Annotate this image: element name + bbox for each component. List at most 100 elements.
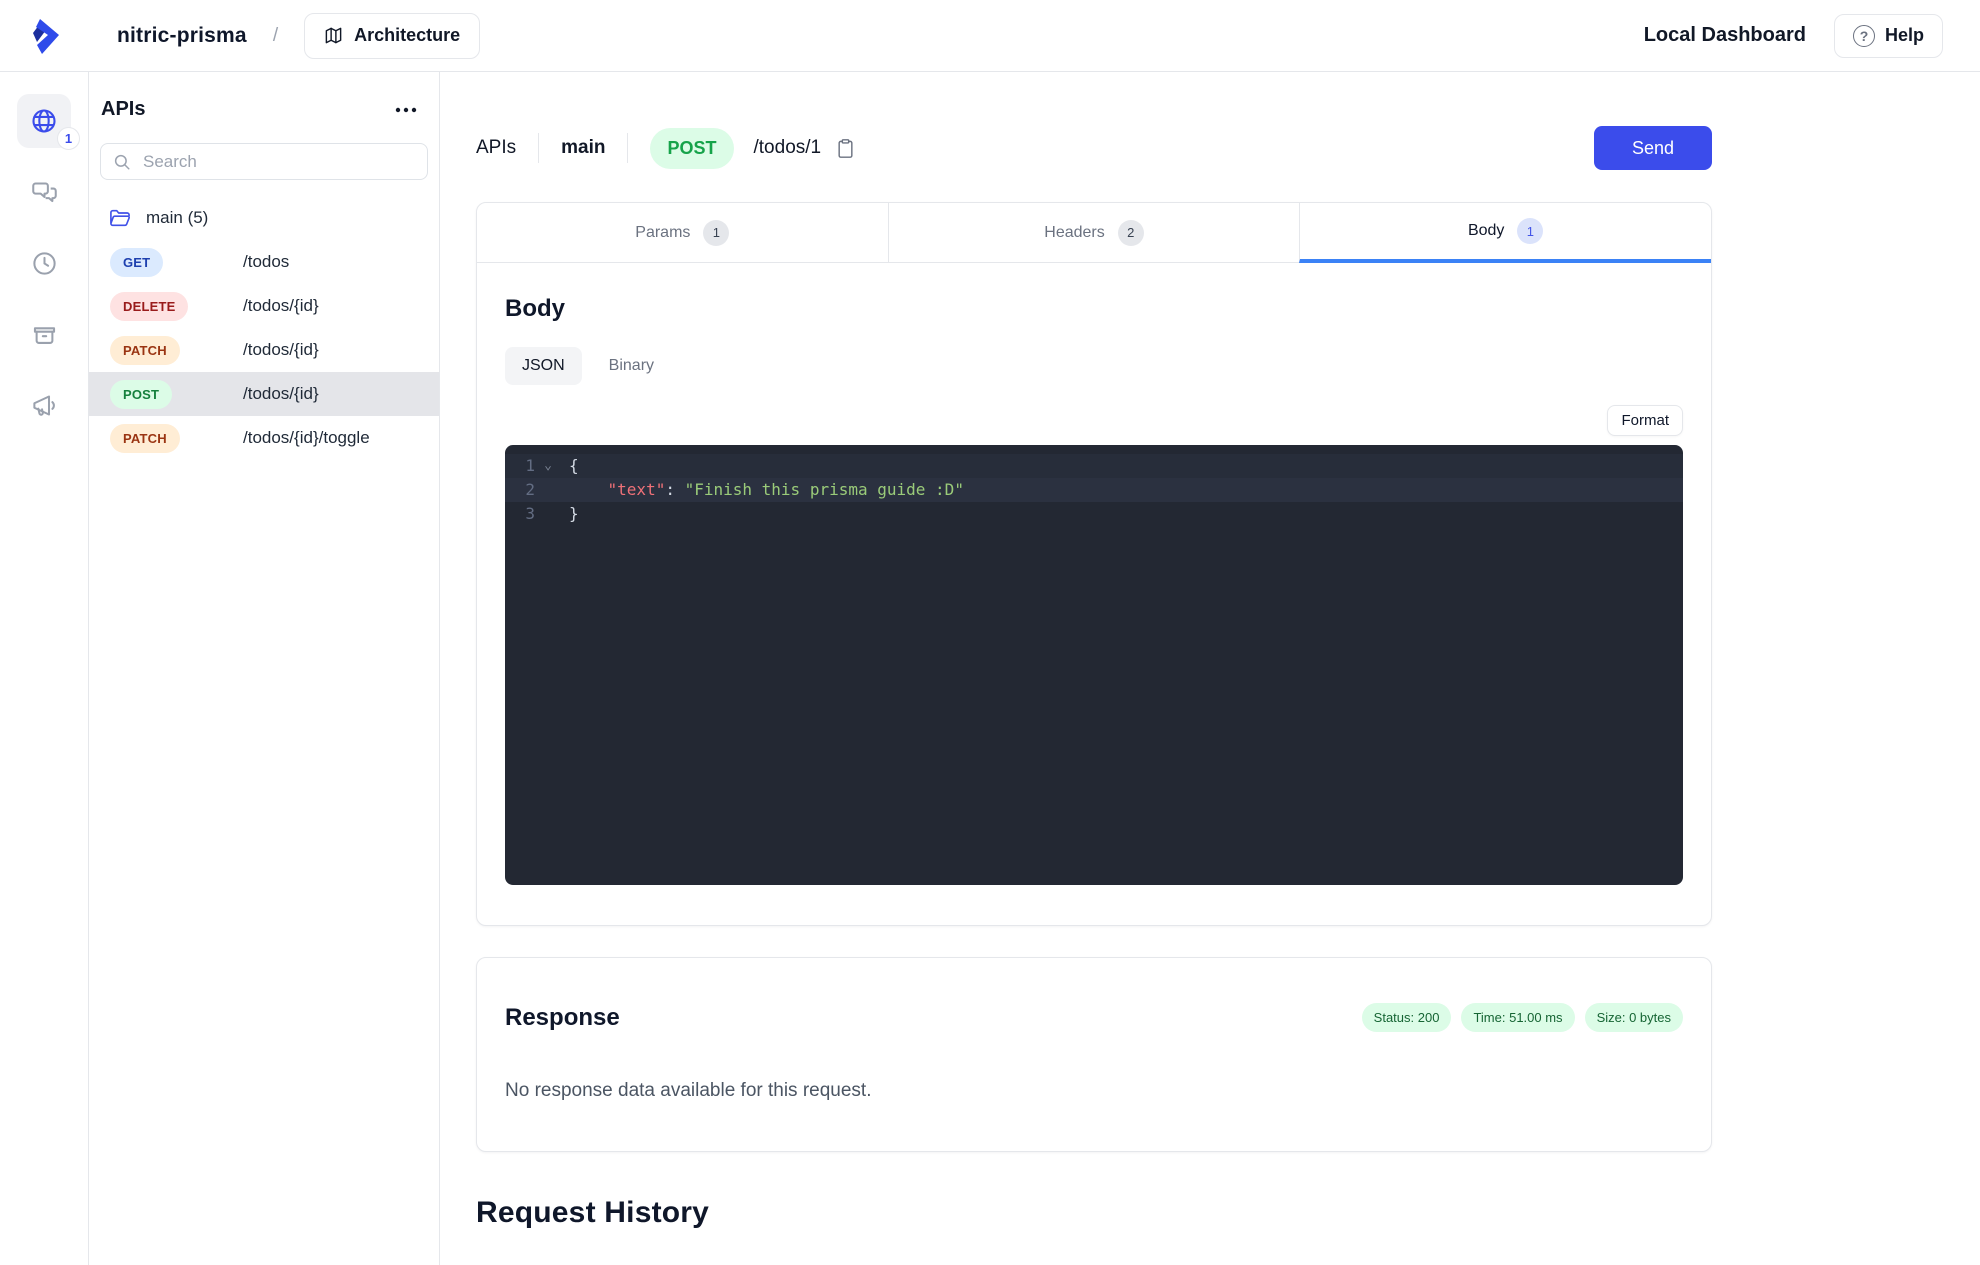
tab-count-badge: 1 [1517, 218, 1544, 244]
divider [627, 133, 629, 163]
route-path: /todos/{id} [243, 296, 319, 315]
help-button[interactable]: ? Help [1833, 13, 1943, 58]
tab-body[interactable]: Body 1 [1299, 203, 1711, 263]
folder-icon [109, 208, 131, 228]
nav-storage[interactable] [17, 307, 71, 361]
editor-line: 1 ⌄ { [505, 454, 1683, 478]
response-card: Response Status: 200 Time: 51.00 ms Size… [476, 957, 1712, 1152]
route-path: /todos/{id} [243, 384, 319, 403]
nitric-logo[interactable] [0, 16, 89, 56]
nav-apis[interactable]: 1 [17, 94, 80, 150]
route-get-todos[interactable]: GET /todos [89, 240, 439, 284]
route-delete-todo[interactable]: DELETE /todos/{id} [89, 284, 439, 328]
api-group-main[interactable]: main (5) [89, 198, 439, 240]
help-icon: ? [1852, 24, 1875, 47]
method-badge: POST [110, 379, 173, 409]
route-patch-toggle[interactable]: PATCH /todos/{id}/toggle [89, 416, 439, 460]
mode-binary-button[interactable]: Binary [592, 347, 671, 385]
mode-json-button[interactable]: JSON [505, 347, 582, 385]
send-button[interactable]: Send [1594, 126, 1712, 170]
breadcrumb-api-name: main [561, 137, 606, 158]
tab-label: Headers [1044, 223, 1105, 241]
body-section-title: Body [505, 295, 565, 322]
apis-count-badge: 1 [57, 127, 80, 150]
request-history: Request History Status: 200 localhost:40… [476, 1196, 1712, 1265]
clock-icon [31, 250, 58, 277]
route-patch-todo[interactable]: PATCH /todos/{id} [89, 328, 439, 372]
response-badges: Status: 200 Time: 51.00 ms Size: 0 bytes [1361, 1003, 1683, 1033]
help-label: Help [1884, 25, 1924, 45]
code-text: "text": "Finish this prisma guide :D" [561, 478, 964, 502]
bucket-icon [31, 321, 58, 348]
method-badge: PATCH [110, 335, 180, 365]
code-text: { [569, 456, 579, 475]
globe-icon [30, 107, 58, 135]
code-text: } [569, 504, 579, 523]
search-input[interactable] [141, 150, 415, 173]
title-separator: / [272, 24, 279, 46]
top-bar: nitric-prisma / Architecture Local Dashb… [0, 0, 1980, 72]
nitric-logo-icon [32, 18, 59, 54]
request-method-badge: POST [650, 127, 734, 169]
icon-rail: 1 [0, 72, 89, 1265]
history-title: Request History [476, 1195, 710, 1229]
route-post-todo-selected[interactable]: POST /todos/{id} [89, 372, 439, 416]
panel-menu-button[interactable] [391, 103, 421, 117]
fold-chevron-icon[interactable]: ⌄ [535, 454, 561, 478]
request-tabs: Params 1 Headers 2 Body 1 [477, 203, 1711, 263]
app-window: nitric-prisma / Architecture Local Dashb… [0, 0, 1980, 1265]
tab-label: Body [1467, 222, 1505, 239]
ellipsis-icon [395, 107, 417, 112]
response-title: Response [505, 1003, 620, 1031]
tab-label: Params [635, 223, 691, 241]
json-key: "text" [607, 480, 666, 499]
architecture-button[interactable]: Architecture [304, 12, 481, 59]
megaphone-icon [31, 392, 58, 419]
apis-panel: APIs Search main (5) GET /todos DELETE /… [89, 72, 440, 1265]
breadcrumb-apis: APIs [476, 137, 517, 158]
architecture-label: Architecture [354, 25, 461, 45]
status-badge: Status: 200 [1361, 1003, 1452, 1033]
request-path: /todos/1 [753, 137, 822, 158]
nav-websockets[interactable] [17, 165, 71, 219]
format-button[interactable]: Format [1607, 405, 1683, 436]
response-empty-message: No response data available for this requ… [505, 1079, 872, 1101]
nav-schedules[interactable] [17, 236, 71, 290]
route-path: /todos/{id}/toggle [243, 428, 370, 447]
time-badge: Time: 51.00 ms [1461, 1003, 1575, 1033]
tab-params[interactable]: Params 1 [477, 203, 888, 263]
method-badge: PATCH [110, 423, 180, 453]
method-badge: GET [110, 247, 164, 277]
tab-count-badge: 2 [1117, 219, 1144, 246]
search-icon [113, 153, 131, 171]
folder-label: main (5) [146, 208, 209, 227]
tab-headers[interactable]: Headers 2 [887, 203, 1300, 263]
chat-bubbles-icon [31, 179, 58, 206]
divider [538, 133, 540, 163]
request-card: Params 1 Headers 2 Body 1 Body JSON Bina… [476, 202, 1712, 926]
size-badge: Size: 0 bytes [1584, 1003, 1683, 1033]
route-path: /todos [243, 252, 290, 271]
json-editor[interactable]: 1 ⌄ { 2 "text": "Finish this prisma guid… [505, 445, 1683, 885]
body-mode-switch: JSON Binary [505, 347, 1683, 385]
nav-topics[interactable] [17, 378, 71, 432]
clipboard-icon [838, 138, 853, 158]
copy-path-button[interactable] [834, 136, 857, 161]
project-title: nitric-prisma [117, 23, 247, 47]
line-number: 2 [525, 480, 535, 499]
search-box [100, 143, 428, 180]
dashboard-title: Local Dashboard [1643, 24, 1806, 46]
main-content: APIs main POST /todos/1 Send Params 1 He… [440, 72, 1980, 1265]
map-icon [324, 26, 343, 45]
json-value: "Finish this prisma guide :D" [684, 480, 964, 499]
route-path: /todos/{id} [243, 340, 319, 359]
request-bar: APIs main POST /todos/1 Send [476, 126, 1712, 170]
tab-count-badge: 1 [703, 219, 730, 246]
line-number: 3 [525, 504, 535, 523]
method-badge: DELETE [110, 291, 189, 321]
editor-line-active: 2 "text": "Finish this prisma guide :D" [505, 478, 1683, 502]
line-number: 1 [525, 456, 535, 475]
panel-title: APIs [101, 98, 146, 120]
